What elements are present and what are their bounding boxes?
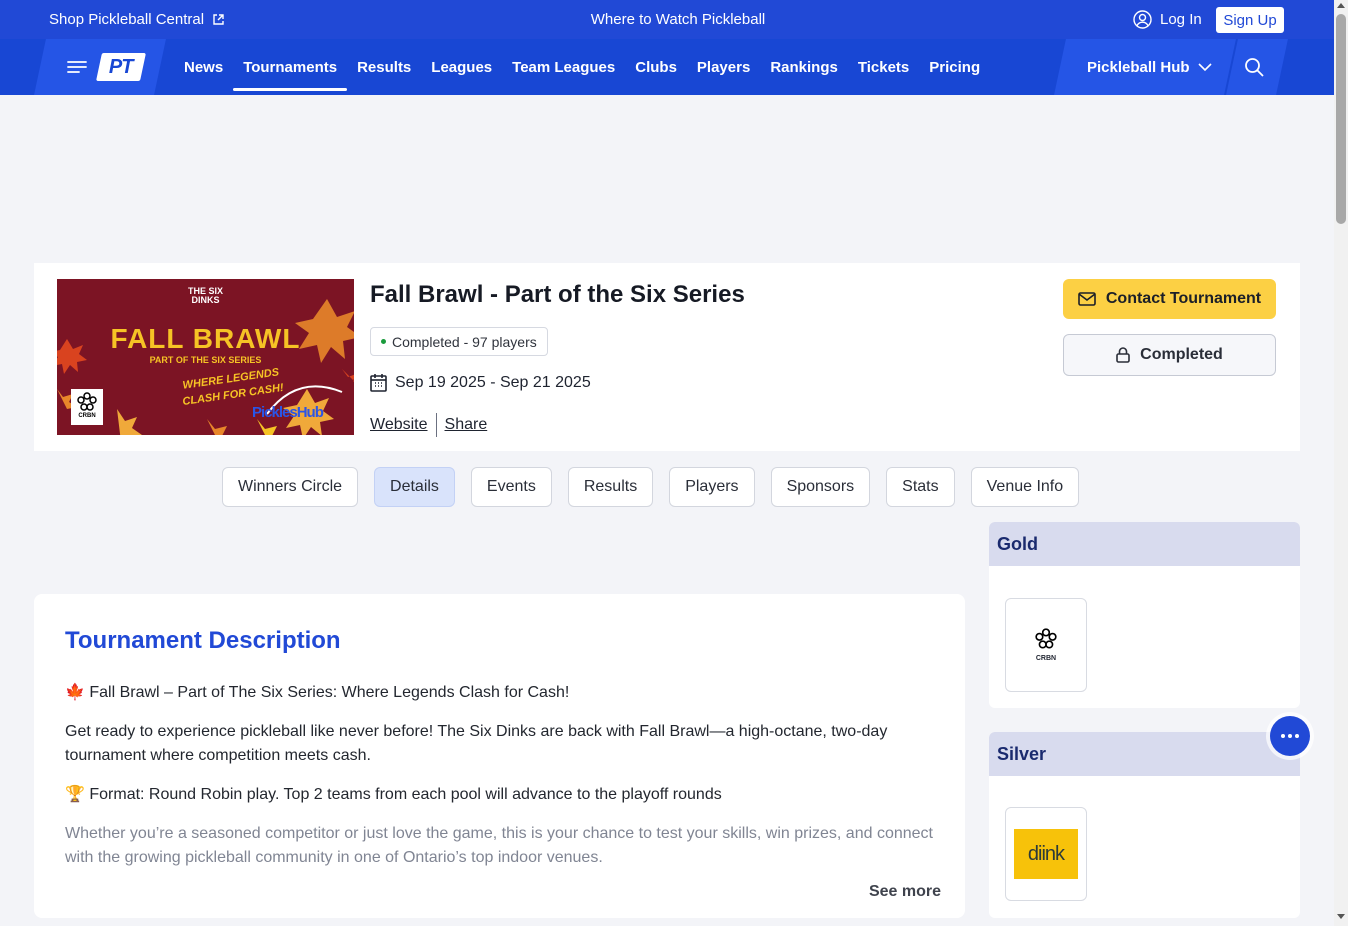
completed-button[interactable]: Completed — [1063, 334, 1276, 376]
banner-hub-logo: PicklesHub — [252, 404, 324, 421]
description-paragraph: Whether you’re a seasoned competitor or … — [65, 825, 933, 866]
tab-details[interactable]: Details — [374, 467, 455, 507]
login-link[interactable]: Log In — [1133, 10, 1202, 29]
top-bar: Shop Pickleball Central Where to Watch P… — [0, 0, 1334, 39]
mail-icon — [1078, 292, 1096, 306]
hub-label: Pickleball Hub — [1087, 58, 1190, 76]
tab-results[interactable]: Results — [567, 467, 654, 507]
logo-text: PT — [109, 55, 133, 78]
banner-crbn-logo: CRBN — [71, 389, 103, 425]
tournament-banner: THE SIX DINKS FALL BRAWL PART OF THE SIX … — [57, 279, 354, 435]
links-divider — [435, 413, 437, 437]
contact-tournament-button[interactable]: Contact Tournament — [1063, 279, 1276, 319]
sponsor-diink-logo[interactable]: diink — [1005, 807, 1087, 901]
user-icon — [1133, 10, 1152, 29]
tab-winners-circle[interactable]: Winners Circle — [222, 467, 359, 507]
contact-label: Contact Tournament — [1105, 290, 1262, 307]
ellipsis-icon — [1281, 734, 1299, 738]
scroll-down-arrow-icon[interactable] — [1337, 914, 1345, 919]
scroll-up-arrow-icon[interactable] — [1337, 3, 1345, 8]
more-options-button[interactable] — [1270, 716, 1310, 756]
sponsor-gold-card: Gold CRBN — [989, 522, 1300, 708]
nav-item-tournaments[interactable]: Tournaments — [233, 39, 347, 95]
description-body: 🍁 Fall Brawl – Part of The Six Series: W… — [65, 681, 945, 885]
banner-crbn-text: CRBN — [78, 413, 96, 419]
dates-text: Sep 19 2025 - Sep 21 2025 — [395, 373, 591, 391]
scrollbar-thumb[interactable] — [1336, 14, 1346, 224]
website-link[interactable]: Website — [370, 416, 428, 434]
banner-title: FALL BRAWL — [110, 323, 301, 354]
nav-item-results[interactable]: Results — [347, 39, 421, 95]
share-link[interactable]: Share — [445, 416, 488, 434]
pt-logo[interactable]: PT — [96, 53, 146, 81]
banner-top-text: THE SIX DINKS — [57, 287, 354, 305]
description-paragraph: Get ready to experience pickleball like … — [65, 723, 888, 764]
signup-button[interactable]: Sign Up — [1216, 7, 1284, 33]
tab-players[interactable]: Players — [669, 467, 755, 507]
banner-subtitle: PART OF THE SIX SERIES — [149, 355, 262, 365]
tab-events[interactable]: Events — [470, 467, 552, 507]
nav-item-players[interactable]: Players — [687, 39, 760, 95]
nav-items: News Tournaments Results Leagues Team League… — [174, 39, 990, 95]
completed-label: Completed — [1140, 346, 1223, 363]
diink-logo-text: diink — [1014, 829, 1078, 879]
tab-sponsors[interactable]: Sponsors — [770, 467, 871, 507]
sponsor-silver-heading: Silver — [989, 732, 1300, 776]
status-dot-icon — [381, 339, 386, 344]
menu-icon[interactable] — [66, 58, 88, 76]
description-heading: Tournament Description — [65, 627, 341, 654]
chevron-down-icon — [1197, 63, 1212, 72]
tournament-tabs: Winners Circle Details Events Results Player… — [222, 467, 1080, 507]
nav-item-rankings[interactable]: Rankings — [760, 39, 848, 95]
nav-item-team-leagues[interactable]: Team Leagues — [502, 39, 625, 95]
sponsor-silver-card: Silver diink — [989, 732, 1300, 918]
description-paragraph: 🍁 Fall Brawl – Part of The Six Series: W… — [65, 684, 570, 701]
search-icon[interactable] — [1244, 57, 1264, 77]
crbn-logo-text: CRBN — [1035, 655, 1057, 662]
crbn-mark: CRBN — [1034, 628, 1058, 662]
crbn-logo-icon — [1035, 628, 1057, 649]
tournament-header: THE SIX DINKS FALL BRAWL PART OF THE SIX … — [34, 263, 1300, 451]
nav-item-pricing[interactable]: Pricing — [919, 39, 990, 95]
status-badge: Completed - 97 players — [370, 327, 548, 356]
nav-item-clubs[interactable]: Clubs — [625, 39, 687, 95]
description-paragraph: 🏆 Format: Round Robin play. Top 2 teams … — [65, 786, 722, 803]
pickleball-hub-dropdown[interactable]: Pickleball Hub — [1087, 39, 1212, 95]
description-card: Tournament Description 🍁 Fall Brawl – Pa… — [34, 594, 965, 918]
tab-venue-info[interactable]: Venue Info — [970, 467, 1080, 507]
status-text: Completed - 97 players — [392, 333, 537, 350]
nav-item-news[interactable]: News — [174, 39, 233, 95]
see-more-button[interactable]: See more — [869, 883, 941, 901]
tournament-links: Website Share — [370, 413, 487, 437]
tab-stats[interactable]: Stats — [886, 467, 955, 507]
login-label: Log In — [1160, 11, 1202, 28]
nav-item-leagues[interactable]: Leagues — [421, 39, 502, 95]
main-nav: PT News Tournaments Results Leagues Team Lea… — [0, 39, 1334, 95]
lock-icon — [1116, 347, 1130, 363]
calendar-icon — [370, 374, 387, 392]
sponsor-gold-heading: Gold — [989, 522, 1300, 566]
tournament-title: Fall Brawl - Part of the Six Series — [370, 281, 745, 308]
nav-item-tickets[interactable]: Tickets — [848, 39, 919, 95]
sponsor-crbn-logo[interactable]: CRBN — [1005, 598, 1087, 692]
banner-top-line2: DINKS — [191, 295, 220, 305]
tournament-dates: Sep 19 2025 - Sep 21 2025 — [370, 373, 591, 392]
